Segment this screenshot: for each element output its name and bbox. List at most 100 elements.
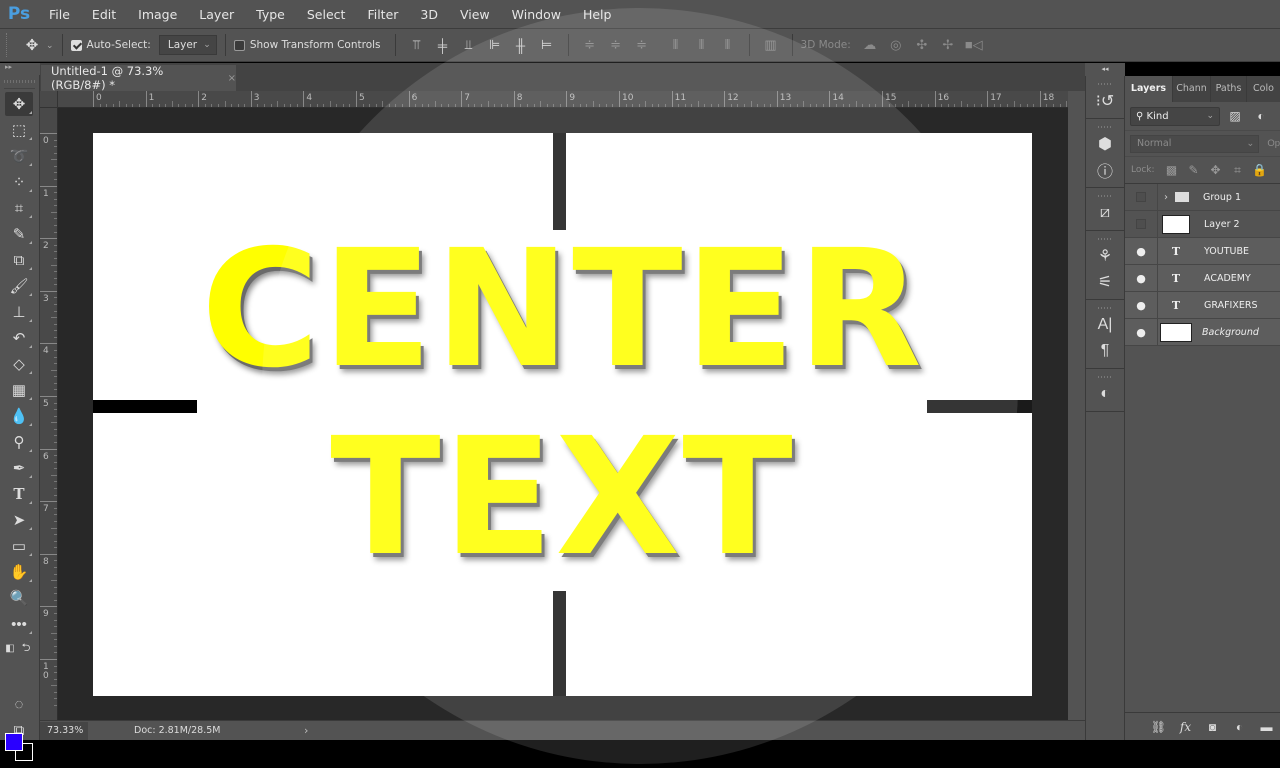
distribute-vcenter-icon[interactable]: ≑ (603, 37, 629, 53)
visibility-toggle[interactable]: ● (1125, 318, 1158, 346)
3d-slide-icon[interactable]: ✢ (935, 37, 961, 53)
move-tool-preset-icon[interactable]: ✥ (21, 34, 43, 56)
quick-mask-icon[interactable]: ◌ (5, 692, 33, 716)
visibility-toggle[interactable]: ● (1125, 264, 1158, 292)
paragraph-panel-icon[interactable]: ¶ (1086, 338, 1124, 364)
dock-grip[interactable] (1098, 304, 1112, 312)
dock-grip[interactable] (1098, 80, 1112, 88)
eraser-tool-icon[interactable]: ◇ (5, 352, 33, 376)
menu-edit[interactable]: Edit (81, 7, 127, 22)
swap-colors-icon[interactable]: ⮌ (18, 636, 34, 660)
tab-color[interactable]: Colo (1247, 76, 1280, 102)
distribute-right-icon[interactable]: ⦀ (715, 37, 741, 53)
menu-select[interactable]: Select (296, 7, 357, 22)
align-left-edges-icon[interactable]: ⊫ (482, 37, 508, 53)
dock-grip[interactable] (1098, 123, 1112, 131)
move-tool-icon[interactable]: ✥ (5, 92, 33, 116)
menu-view[interactable]: View (449, 7, 501, 22)
menu-3d[interactable]: 3D (409, 7, 449, 22)
layer-style-fx-icon[interactable]: fx (1172, 720, 1199, 734)
align-vertical-centers-icon[interactable]: ╪ (430, 38, 456, 53)
tool-presets-panel-icon[interactable]: ⚟ (1086, 269, 1124, 295)
dock-grip[interactable] (1098, 235, 1112, 243)
lock-image-pixels-icon[interactable]: ✎ (1183, 163, 1205, 177)
new-adjustment-layer-icon[interactable]: ◐ (1226, 720, 1253, 734)
visibility-toggle[interactable] (1125, 210, 1158, 238)
3d-roll-icon[interactable]: ◎ (883, 37, 909, 53)
character-panel-icon[interactable]: A| (1086, 312, 1124, 338)
pixel-layer-filter-icon[interactable]: ▨ (1224, 109, 1246, 123)
history-brush-tool-icon[interactable]: ↶ (5, 326, 33, 350)
3d-orbit-icon[interactable]: ☁ (857, 37, 883, 53)
expand-group-icon[interactable]: › (1164, 192, 1168, 203)
rectangle-tool-icon[interactable]: ▭ (5, 534, 33, 558)
lasso-tool-icon[interactable]: ➰ (5, 144, 33, 168)
lock-artboard-icon[interactable]: ⌗ (1227, 163, 1249, 178)
layer-row-layer-2[interactable]: Layer 2 (1125, 210, 1280, 238)
show-transform-controls-checkbox[interactable] (233, 39, 245, 51)
distribute-bottom-icon[interactable]: ≑ (629, 37, 655, 53)
visibility-toggle[interactable] (1125, 183, 1158, 211)
default-colors-icon[interactable]: ◧ (2, 636, 18, 660)
adjustment-layer-filter-icon[interactable]: ◐ (1250, 109, 1272, 123)
brush-settings-panel-icon[interactable]: ⧄ (1086, 200, 1124, 226)
horizontal-ruler[interactable]: 0 1 2 3 4 5 6 7 8 9 10 11 12 13 14 15 16 17 18 (58, 91, 1068, 108)
align-bottom-edges-icon[interactable]: ⫫ (456, 37, 482, 53)
auto-align-layers-icon[interactable]: ▥ (758, 37, 784, 53)
menu-window[interactable]: Window (501, 7, 572, 22)
align-top-edges-icon[interactable]: ⫪ (404, 37, 430, 53)
new-group-icon[interactable]: ▬ (1253, 720, 1280, 734)
quick-selection-tool-icon[interactable]: ⁘ (5, 170, 33, 194)
visibility-toggle[interactable]: ● (1125, 237, 1158, 265)
canvas-word-text[interactable]: TEXT (93, 413, 1032, 583)
3d-panel-icon[interactable]: ⬢ (1086, 131, 1124, 157)
auto-select-checkbox[interactable] (70, 39, 82, 51)
document-tab[interactable]: Untitled-1 @ 73.3% (RGB/8#) * × (41, 64, 236, 92)
distribute-left-icon[interactable]: ⦀ (663, 37, 689, 53)
add-mask-icon[interactable]: ◙ (1199, 720, 1226, 734)
ruler-origin[interactable] (40, 91, 58, 108)
brushes-panel-icon[interactable]: ⚘ (1086, 243, 1124, 269)
options-grip[interactable] (6, 33, 10, 57)
layer-row-grafixers[interactable]: ● T GRAFIXERS (1125, 291, 1280, 319)
vertical-scrollbar[interactable] (1068, 91, 1085, 720)
type-tool-icon[interactable]: T (5, 482, 33, 506)
info-panel-icon[interactable]: ⓘ (1086, 157, 1124, 183)
pen-tool-icon[interactable]: ✒ (5, 456, 33, 480)
zoom-level-field[interactable]: 73.33% (40, 721, 88, 740)
layer-row-academy[interactable]: ● T ACADEMY (1125, 264, 1280, 292)
pasteboard[interactable]: CENTER TEXT (58, 108, 1068, 720)
eyedropper-tool-icon[interactable]: ✎ (5, 222, 33, 246)
history-panel-icon[interactable]: ⁝↺ (1086, 88, 1124, 114)
rectangular-marquee-tool-icon[interactable]: ⬚ (5, 118, 33, 142)
menu-image[interactable]: Image (127, 7, 188, 22)
crop-tool-icon[interactable]: ⌗ (5, 196, 33, 220)
canvas-word-center[interactable]: CENTER (93, 225, 1032, 395)
gradient-tool-icon[interactable]: ▦ (5, 378, 33, 402)
status-menu-arrow-icon[interactable]: › (304, 724, 308, 737)
toolbar-collapse-icon[interactable]: ▸▸ (0, 63, 40, 75)
close-icon[interactable]: × (228, 73, 236, 84)
visibility-toggle[interactable]: ● (1125, 291, 1158, 319)
chevron-down-icon[interactable]: ⌄ (46, 40, 54, 51)
hand-tool-icon[interactable]: ✋ (5, 560, 33, 584)
distribute-top-icon[interactable]: ≑ (577, 37, 603, 53)
3d-scale-camera-icon[interactable]: ■◁ (961, 37, 987, 53)
align-right-edges-icon[interactable]: ⊨ (534, 37, 560, 53)
menu-layer[interactable]: Layer (188, 7, 245, 22)
toolbar-grip[interactable] (4, 75, 35, 89)
distribute-hcenter-icon[interactable]: ⦀ (689, 37, 715, 53)
adjustments-panel-icon[interactable]: ◐ (1086, 381, 1124, 407)
lock-transparent-pixels-icon[interactable]: ▩ (1161, 163, 1183, 177)
tab-paths[interactable]: Paths (1211, 76, 1247, 102)
dock-grip[interactable] (1098, 192, 1112, 200)
lock-all-icon[interactable]: 🔒 (1249, 163, 1271, 177)
layer-row-background[interactable]: ● Background (1125, 318, 1280, 346)
dodge-tool-icon[interactable]: ⚲ (5, 430, 33, 454)
edit-toolbar-icon[interactable]: ••• (5, 612, 33, 636)
align-horizontal-centers-icon[interactable]: ╫ (508, 38, 534, 53)
menu-file[interactable]: File (38, 7, 81, 22)
vertical-ruler[interactable]: 0 1 2 3 4 5 6 7 8 9 10 (40, 108, 58, 720)
blur-tool-icon[interactable]: 💧 (5, 404, 33, 428)
lock-position-icon[interactable]: ✥ (1205, 163, 1227, 177)
